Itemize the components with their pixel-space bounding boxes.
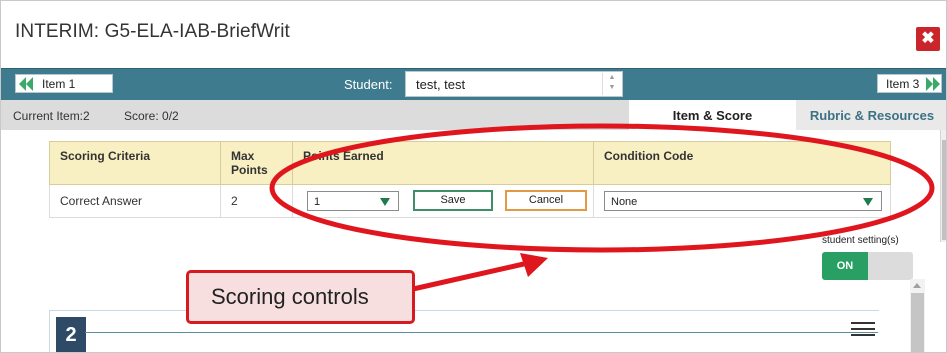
previous-item-label: Item 1 [42, 77, 76, 91]
callout-label: Scoring controls [186, 270, 415, 324]
passage-frame [49, 310, 50, 352]
column-header: Max Points [220, 141, 293, 185]
scrollbar-thumb[interactable] [911, 293, 924, 352]
score-text: Score: 0/2 [124, 109, 179, 123]
next-item-button[interactable]: Item 3 [877, 74, 942, 93]
toggle-on-label: ON [822, 252, 868, 280]
tab-item-score[interactable]: Item & Score [629, 100, 796, 130]
item-navigation-bar: Item 1 Student: test, test ▲ ▼ Item 3 [1, 68, 946, 100]
column-header: Condition Code [593, 141, 891, 185]
passage-frame [49, 310, 879, 311]
previous-item-button[interactable]: Item 1 [15, 74, 113, 93]
current-item-text: Current Item:2 [13, 109, 90, 123]
passage-scrollbar[interactable] [910, 279, 925, 352]
max-points-cell: 2 [220, 184, 293, 218]
hamburger-menu-icon[interactable] [851, 322, 875, 336]
arrow-left-icon [19, 77, 26, 91]
dropdown-arrow-icon [863, 198, 873, 206]
condition-code-select[interactable]: None [604, 191, 882, 211]
table-row: Correct Answer 2 1 Save Cancel None [49, 184, 891, 218]
condition-code-value: None [611, 196, 638, 208]
item-info-bar: Current Item:2 Score: 0/2 Item & Score R… [1, 100, 946, 130]
next-item-label: Item 3 [886, 77, 920, 91]
student-select[interactable]: test, test ▲ ▼ [405, 71, 623, 97]
column-header: Scoring Criteria [49, 141, 221, 185]
scrollbar-thumb[interactable] [942, 140, 946, 240]
dialog-title: INTERIM: G5-ELA-IAB-BriefWrit [15, 21, 290, 42]
student-value: test, test [416, 77, 466, 92]
spinner-arrows-icon[interactable]: ▲ ▼ [602, 73, 621, 95]
arrow-right-icon [933, 77, 940, 91]
scroll-up-arrow-icon[interactable] [913, 283, 921, 288]
points-earned-cell: 1 Save Cancel [292, 184, 594, 218]
dialog-window: INTERIM: G5-ELA-IAB-BriefWrit ✖ Item 1 S… [0, 0, 947, 353]
close-button[interactable]: ✖ [916, 27, 940, 51]
save-button[interactable]: Save [413, 190, 493, 211]
student-setting-toggle[interactable]: ON [822, 252, 913, 280]
student-setting-label: student setting(s) [822, 235, 899, 246]
tab-rubric-resources[interactable]: Rubric & Resources [796, 100, 946, 130]
table-header-row: Scoring Criteria Max Points Points Earne… [49, 141, 891, 185]
close-icon: ✖ [921, 30, 935, 47]
dropdown-arrow-icon [380, 198, 390, 206]
condition-code-cell: None [593, 184, 891, 218]
column-header: Points Earned [292, 141, 594, 185]
scoring-table: Scoring Criteria Max Points Points Earne… [49, 141, 891, 218]
divider [85, 332, 878, 333]
criteria-cell: Correct Answer [49, 184, 221, 218]
arrow-right-icon [926, 77, 933, 91]
student-label: Student: [344, 77, 393, 92]
points-earned-value: 1 [314, 196, 321, 208]
item-score-panel: Scoring Criteria Max Points Points Earne… [1, 130, 946, 352]
panel-scrollbar[interactable] [940, 130, 946, 242]
cancel-button[interactable]: Cancel [505, 190, 587, 211]
item-number-badge: 2 [56, 317, 86, 352]
points-earned-select[interactable]: 1 [307, 191, 399, 211]
arrow-left-icon [26, 77, 33, 91]
